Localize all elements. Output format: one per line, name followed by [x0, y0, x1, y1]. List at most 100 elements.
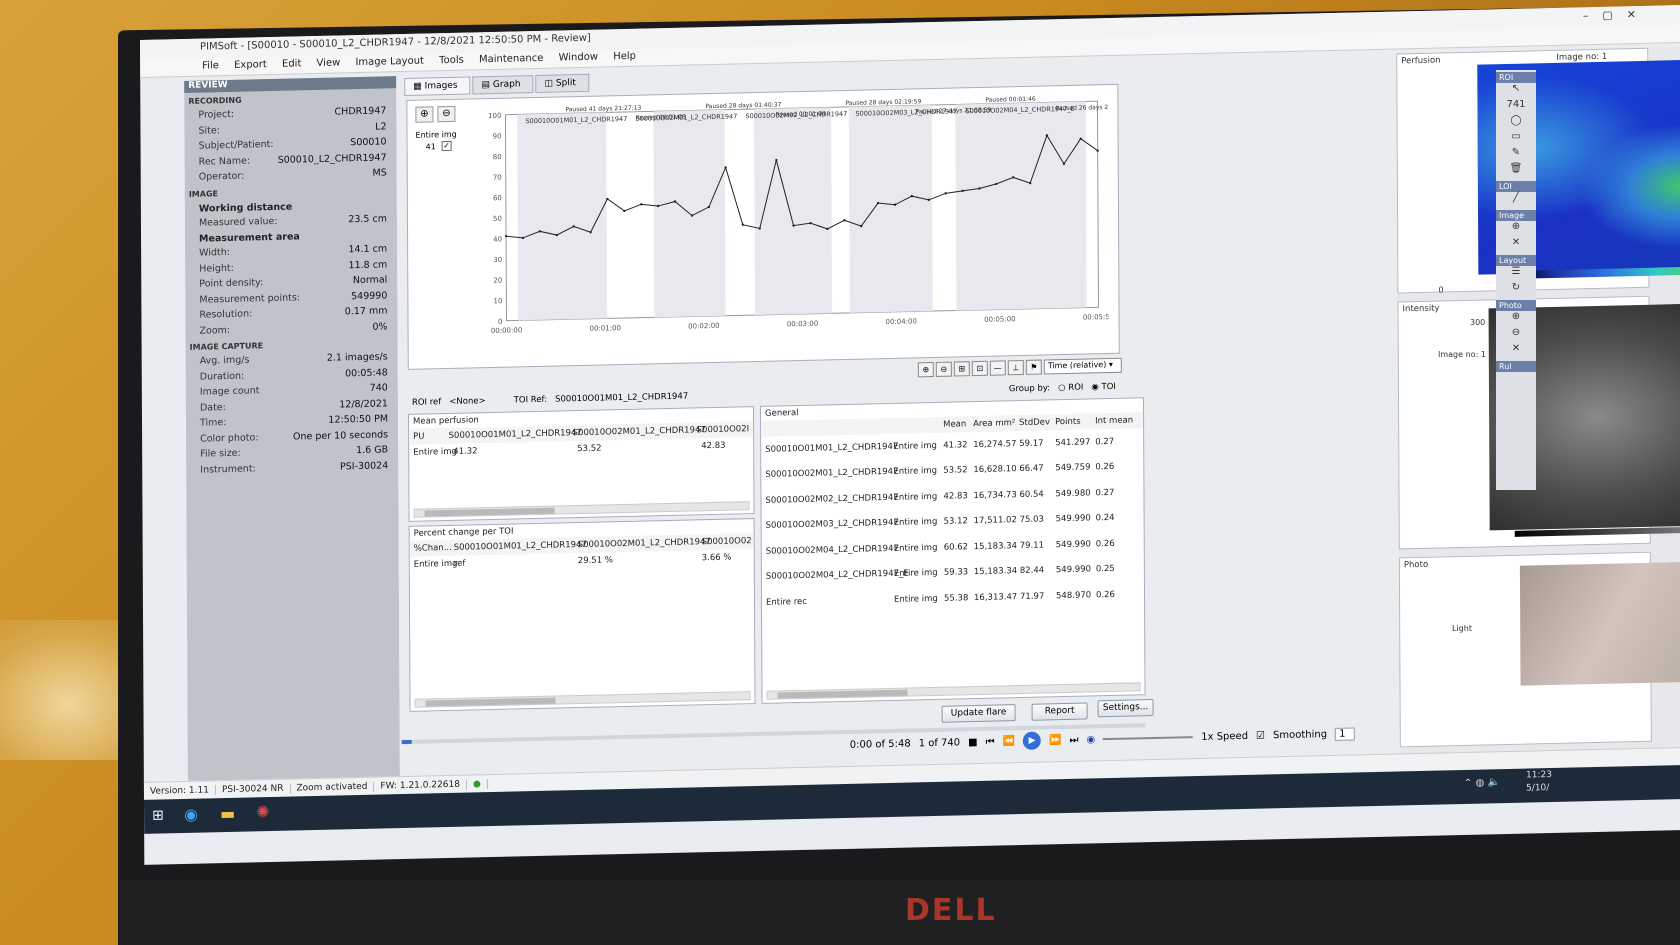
tab-images[interactable]: ▦ Images: [404, 76, 471, 97]
group-roi-radio[interactable]: ○ ROI: [1054, 383, 1087, 394]
update-flare-button[interactable]: Update flare: [941, 704, 1016, 723]
pct-head-unit: %Chan...: [413, 542, 452, 554]
monitor-chin: [120, 880, 1680, 945]
clock-time[interactable]: 11:23: [1526, 770, 1552, 781]
clock-date[interactable]: 5/10/: [1526, 783, 1549, 794]
general-cell: S00010O02M03_L2_CHDR1947: [765, 518, 899, 532]
line-icon[interactable]: ╱: [1496, 192, 1536, 208]
skip-end-icon[interactable]: ⏭: [1069, 734, 1078, 745]
menu-edit[interactable]: Edit: [282, 58, 301, 69]
menu-file[interactable]: File: [202, 60, 219, 71]
zoom-fit-icon[interactable]: ⊞: [953, 361, 970, 377]
smoothing-stepper[interactable]: 1: [1335, 726, 1355, 741]
photo-zoom-out-icon[interactable]: ⊖: [1496, 327, 1536, 343]
report-button[interactable]: Report: [1031, 702, 1088, 721]
y-tick-label: 0: [498, 318, 503, 326]
line-icon[interactable]: —: [989, 360, 1006, 376]
toi-band: [848, 105, 933, 313]
general-cell: 549.990: [1055, 539, 1091, 550]
file-explorer-icon[interactable]: ▬: [220, 804, 235, 823]
tab-split[interactable]: ◫ Split: [535, 73, 589, 94]
entire-img-label: Entire img: [415, 129, 457, 140]
tab-graph[interactable]: ▤ Graph: [472, 75, 534, 95]
windows-start-icon[interactable]: ⊞: [152, 807, 164, 823]
delete-icon[interactable]: 🗑: [1496, 163, 1536, 179]
mean-scrollbar[interactable]: [413, 501, 750, 518]
y-tick-label: 30: [493, 256, 502, 264]
zoom-out-icon[interactable]: ⊖: [935, 361, 952, 377]
general-cell: 53.52: [943, 465, 968, 477]
photo-zoom-in-icon[interactable]: ⊕: [1496, 311, 1536, 327]
pct-row-val1: ref: [453, 558, 466, 569]
zoom-in-icon[interactable]: ⊕: [415, 106, 434, 123]
entire-img-checkbox[interactable]: ✓: [441, 140, 452, 152]
general-panel: General Mean Area mm² StdDev Points Int …: [759, 397, 1146, 704]
play-icon[interactable]: ▶: [1022, 731, 1042, 750]
general-cell: 79.11: [1019, 540, 1045, 551]
layout-icon[interactable]: ☰: [1496, 266, 1536, 282]
toi-ref-value[interactable]: S00010O01M01_L2_CHDR1947: [551, 391, 692, 405]
toi-band: [955, 101, 1087, 311]
smoothing-label: Smoothing: [1272, 728, 1328, 741]
zoom-in-icon[interactable]: ⊕: [917, 361, 934, 378]
photo-scene: DELL PIMSoft - [S00010 - S00010_L2_CHDR1…: [0, 0, 1680, 945]
menu-window[interactable]: Window: [559, 52, 598, 64]
fit-icon[interactable]: ✕: [1496, 237, 1536, 253]
export-icon[interactable]: ⊥: [1007, 359, 1024, 376]
zoom-area-icon[interactable]: ⊡: [971, 360, 988, 377]
tab-split-label: Split: [555, 78, 576, 89]
menu-image-layout[interactable]: Image Layout: [355, 56, 424, 69]
photo-image[interactable]: [1519, 561, 1680, 686]
menu-help[interactable]: Help: [613, 51, 636, 63]
skip-start-icon[interactable]: ⏮: [986, 736, 995, 747]
perfusion-chart: 0 10 20 30 40 50 60 70 80 90 100 00:00:00 00:01:00 00…: [488, 96, 1109, 335]
roi-ref-value[interactable]: <None>: [445, 396, 489, 407]
photo-fit-icon[interactable]: ✕: [1496, 343, 1536, 359]
rewind-icon[interactable]: ⏪: [1003, 736, 1016, 747]
zoom-out-icon[interactable]: ⊖: [437, 105, 456, 123]
stop-icon[interactable]: ■: [968, 737, 978, 748]
menu-maintenance[interactable]: Maintenance: [479, 53, 543, 65]
flag-icon[interactable]: ⚑: [1025, 359, 1042, 375]
ellipse-icon[interactable]: ◯: [1496, 115, 1536, 131]
general-scrollbar[interactable]: [766, 682, 1141, 700]
menu-view[interactable]: View: [317, 57, 341, 69]
general-cell: 41.32: [943, 439, 968, 451]
chart-toolbar: ⊕ ⊖ ⊞ ⊡ — ⊥ ⚑ Time (relative) ▾: [917, 357, 1122, 378]
general-title: General: [764, 408, 799, 419]
screen: PIMSoft - [S00010 - S00010_L2_CHDR1947 -…: [140, 5, 1680, 865]
menu-export[interactable]: Export: [234, 59, 267, 71]
img-list-value: 0%: [372, 320, 388, 333]
mean-head-col2: S00010O02M01_L2_CHDR1947: [572, 425, 706, 439]
cap-list-value: 12:50:50 PM: [328, 413, 389, 426]
image-panels: Perfusion Image no: 1 0 Intensity Photo: [1396, 47, 1680, 754]
group-toi-radio[interactable]: ◉ TOI: [1087, 382, 1120, 393]
menu-tools[interactable]: Tools: [439, 55, 464, 67]
y-tick-label: 60: [493, 194, 502, 202]
rotate-icon[interactable]: ↻: [1496, 282, 1536, 298]
axis-select[interactable]: Time (relative) ▾: [1043, 357, 1122, 375]
status-ok-icon: ●: [466, 778, 488, 790]
tools-ruler: Rul: [1496, 361, 1536, 372]
general-cell: 75.03: [1019, 514, 1044, 526]
freehand-icon[interactable]: ✎: [1496, 147, 1536, 163]
pointer-icon[interactable]: ↖: [1496, 83, 1536, 99]
speed-slider[interactable]: [1103, 736, 1194, 741]
tray-icons[interactable]: ⌃ ◍ 🔈: [1464, 777, 1500, 789]
window-controls[interactable]: –▢✕: [1583, 8, 1650, 23]
general-cell: 0.26: [1095, 462, 1115, 473]
photo-title: Photo: [1403, 559, 1429, 571]
pct-scrollbar[interactable]: [414, 691, 751, 708]
group-toi-label: TOI: [1101, 381, 1116, 393]
settings-button[interactable]: Settings...: [1097, 699, 1154, 718]
intensity-title: Intensity: [1402, 303, 1440, 315]
forward-icon[interactable]: ⏩: [1049, 735, 1062, 746]
record-icon[interactable]: ◉: [1086, 734, 1095, 745]
edge-icon[interactable]: ◉: [184, 805, 198, 824]
smoothing-checkbox[interactable]: ☑: [1256, 730, 1265, 741]
rec-list-value: L2: [375, 120, 387, 133]
rectangle-icon[interactable]: ▭: [1496, 131, 1536, 147]
pimsoft-icon[interactable]: ✺: [256, 802, 270, 821]
zoom-in-icon[interactable]: ⊕: [1496, 221, 1536, 237]
review-panel: REVIEW RECORDING Project: CHDR1947 Site: L2…: [184, 76, 400, 781]
